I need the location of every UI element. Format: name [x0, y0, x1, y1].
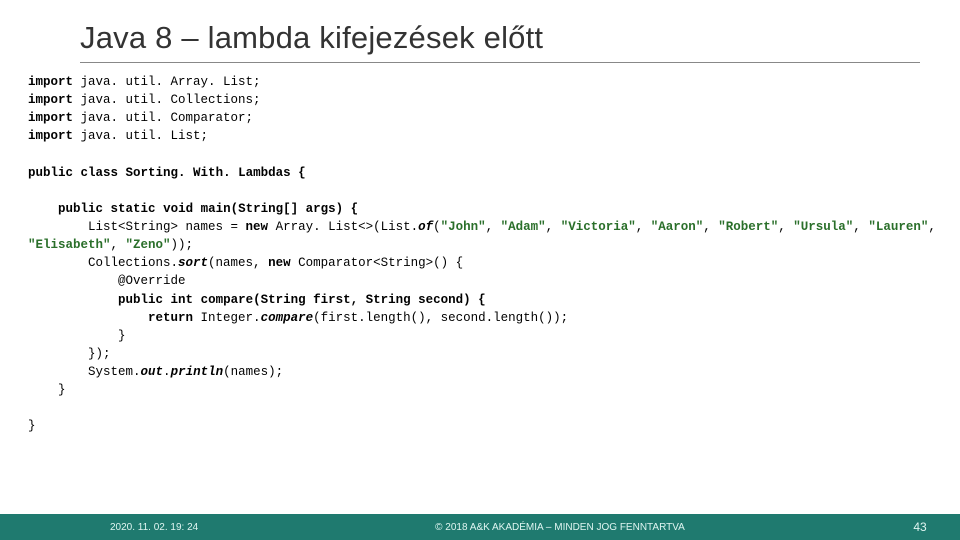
footer-bar: 2020. 11. 02. 19: 24 © 2018 A&K AKADÉMIA… [0, 514, 960, 540]
slide-title: Java 8 – lambda kifejezések előtt [0, 20, 960, 62]
footer-copyright: © 2018 A&K AKADÉMIA – MINDEN JOG FENNTAR… [240, 522, 880, 533]
footer-date: 2020. 11. 02. 19: 24 [0, 522, 240, 533]
title-divider [80, 62, 920, 63]
code-block: import java. util. Array. List; import j… [0, 73, 960, 436]
footer-page-number: 43 [880, 520, 960, 534]
